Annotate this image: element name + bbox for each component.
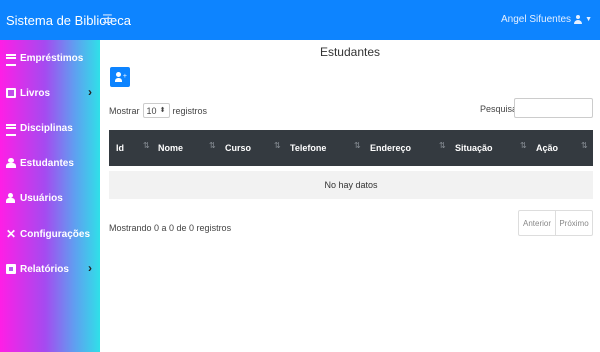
column-header-telefone[interactable]: Telefone: [290, 143, 326, 153]
user-menu[interactable]: Angel Sifuentes ▼: [501, 14, 592, 25]
sidebar-item-label: Empréstimos: [20, 52, 84, 64]
length-prefix: Mostrar: [109, 105, 140, 116]
select-caret-icon: ⬍: [159, 107, 166, 114]
sort-icon[interactable]: ⇅: [274, 141, 281, 150]
sidebar-item-label: Usuários: [20, 192, 63, 204]
sort-icon[interactable]: ⇅: [581, 141, 588, 150]
column-header-acao[interactable]: Ação: [536, 143, 558, 153]
table-header: Id ⇅ Nome ⇅ Curso ⇅ Telefone ⇅ Endereço …: [109, 130, 593, 166]
page-length-value: 10: [146, 105, 157, 116]
sidebar-item-label: Livros: [20, 87, 51, 99]
sort-icon[interactable]: ⇅: [354, 141, 361, 150]
sidebar-item-usuarios[interactable]: Usuários: [0, 187, 100, 209]
chevron-down-icon: ▼: [585, 16, 592, 23]
plus-icon: +: [122, 73, 127, 80]
list-icon: [6, 53, 16, 66]
sidebar-item-estudantes[interactable]: Estudantes: [0, 152, 100, 174]
empty-table-message: No hay datos: [109, 171, 593, 199]
sort-icon[interactable]: ⇅: [143, 141, 150, 150]
sort-icon[interactable]: ⇅: [209, 141, 216, 150]
sidebar: Empréstimos Livros › Disciplinas Estudan…: [0, 40, 100, 352]
menu-toggle-icon[interactable]: ☰: [102, 12, 113, 26]
next-page-button[interactable]: Próximo: [555, 211, 592, 235]
add-student-button[interactable]: +: [110, 67, 130, 87]
chevron-right-icon: ›: [88, 261, 92, 275]
sidebar-item-relatorios[interactable]: Relatórios ›: [0, 258, 100, 280]
page-length-select[interactable]: 10 ⬍: [142, 103, 170, 118]
main-content: Estudantes + Mostrar 10 ⬍ registros Pesq…: [100, 40, 600, 352]
search-input[interactable]: [514, 98, 593, 118]
sidebar-item-configuracoes[interactable]: ✕ Configurações: [0, 223, 100, 245]
page-title: Estudantes: [319, 45, 381, 59]
user-name: Angel Sifuentes: [501, 14, 572, 25]
report-icon: [6, 264, 16, 274]
chevron-right-icon: ›: [88, 85, 92, 99]
sidebar-item-emprestimos[interactable]: Empréstimos: [0, 47, 100, 69]
sidebar-item-livros[interactable]: Livros ›: [0, 82, 100, 104]
pagination: Anterior Próximo: [518, 210, 593, 236]
column-header-situacao[interactable]: Situação: [455, 143, 493, 153]
tools-icon: ✕: [6, 227, 17, 241]
sidebar-item-label: Configurações: [20, 228, 91, 240]
table-info: Mostrando 0 a 0 de 0 registros: [109, 223, 232, 233]
book-icon: [6, 88, 16, 98]
user-icon: [6, 193, 16, 203]
sidebar-item-label: Estudantes: [20, 157, 74, 169]
sidebar-item-label: Disciplinas: [20, 122, 73, 134]
column-header-id[interactable]: Id: [116, 143, 124, 153]
column-header-endereco[interactable]: Endereço: [370, 143, 411, 153]
user-icon: [574, 15, 583, 24]
length-suffix: registros: [172, 105, 208, 116]
column-header-curso[interactable]: Curso: [225, 143, 251, 153]
page-length-control: Mostrar 10 ⬍ registros: [109, 103, 207, 118]
top-navbar: Sistema de Biblioteca ☰ Angel Sifuentes …: [0, 0, 600, 40]
sidebar-item-label: Relatórios: [20, 263, 69, 275]
list-icon: [6, 123, 16, 136]
sort-icon[interactable]: ⇅: [520, 141, 527, 150]
sidebar-item-disciplinas[interactable]: Disciplinas: [0, 117, 100, 139]
graduate-icon: [6, 158, 16, 168]
sort-icon[interactable]: ⇅: [439, 141, 446, 150]
previous-page-button[interactable]: Anterior: [519, 211, 555, 235]
column-header-nome[interactable]: Nome: [158, 143, 183, 153]
